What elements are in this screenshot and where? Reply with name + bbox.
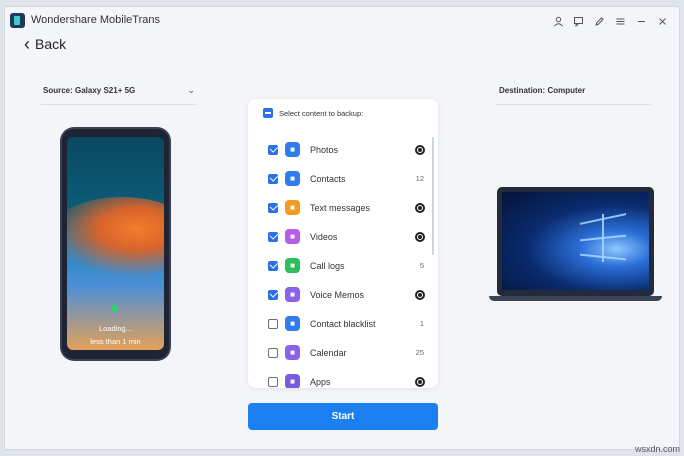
watermark: wsxdn.com xyxy=(634,444,680,454)
loading-spinner-icon xyxy=(415,231,425,242)
item-label: Call logs xyxy=(310,260,345,271)
laptop-screen xyxy=(502,192,649,290)
videos-icon: ■ xyxy=(285,229,300,244)
item-count: 5 xyxy=(419,261,424,270)
item-label: Photos xyxy=(310,144,339,155)
content-item-apps[interactable]: ■ Apps xyxy=(248,367,432,388)
feedback-icon[interactable] xyxy=(569,12,587,30)
item-checkbox[interactable] xyxy=(268,231,278,242)
source-label: Source: Galaxy S21+ 5G xyxy=(43,86,136,95)
content-item-photos[interactable]: ■ Photos xyxy=(248,135,432,164)
select-all-row[interactable]: Select content to backup: xyxy=(248,99,438,127)
item-checkbox[interactable] xyxy=(268,173,278,184)
photos-icon: ■ xyxy=(285,142,300,157)
close-icon[interactable] xyxy=(653,12,671,30)
destination-selector: Destination: Computer xyxy=(495,83,651,105)
chevron-left-icon: ‹ xyxy=(24,34,30,54)
phone-wallpaper xyxy=(67,197,164,277)
phone-screen: Loading... less than 1 min xyxy=(67,137,164,350)
content-item-call-logs[interactable]: ■ Call logs 5 xyxy=(248,251,432,280)
item-label: Contacts xyxy=(310,173,346,184)
loading-spinner-icon xyxy=(415,202,425,213)
contact-blacklist-icon: ■ xyxy=(285,316,300,331)
loading-indicator-icon xyxy=(111,305,118,312)
item-checkbox[interactable] xyxy=(268,347,278,358)
menu-icon[interactable] xyxy=(611,12,629,30)
item-label: Text messages xyxy=(310,202,371,213)
time-remaining-text: less than 1 min xyxy=(90,337,141,346)
content-item-contact-blacklist[interactable]: ■ Contact blacklist 1 xyxy=(248,309,432,338)
item-checkbox[interactable] xyxy=(268,376,278,387)
content-item-videos[interactable]: ■ Videos xyxy=(248,222,432,251)
loading-spinner-icon xyxy=(415,144,425,155)
content-item-calendar[interactable]: ■ Calendar 25 xyxy=(248,338,432,367)
contacts-icon: ■ xyxy=(285,171,300,186)
item-count: 12 xyxy=(415,174,424,183)
item-checkbox[interactable] xyxy=(268,289,278,300)
item-count: 25 xyxy=(415,348,424,357)
item-label: Videos xyxy=(310,231,338,242)
edit-icon[interactable] xyxy=(590,12,608,30)
chevron-down-icon: ⌄ xyxy=(187,85,195,95)
calendar-icon: ■ xyxy=(285,345,300,360)
item-label: Contact blacklist xyxy=(310,318,376,329)
select-all-checkbox[interactable] xyxy=(263,108,273,118)
laptop-lid xyxy=(497,187,654,296)
title-bar: Wondershare MobileTrans xyxy=(5,7,679,35)
content-item-contacts[interactable]: ■ Contacts 12 xyxy=(248,164,432,193)
item-count: 1 xyxy=(419,319,424,328)
item-label: Apps xyxy=(310,376,331,387)
item-label: Voice Memos xyxy=(310,289,365,300)
select-all-label: Select content to backup: xyxy=(279,108,364,118)
content-item-voice-memos[interactable]: ■ Voice Memos xyxy=(248,280,432,309)
loading-text: Loading... xyxy=(99,324,132,333)
user-icon[interactable] xyxy=(549,12,567,30)
loading-spinner-icon xyxy=(415,289,425,300)
start-button[interactable]: Start xyxy=(248,403,438,430)
destination-label: Destination: Computer xyxy=(499,86,586,95)
laptop-base xyxy=(489,296,662,301)
minimize-icon[interactable] xyxy=(632,12,650,30)
app-title: Wondershare MobileTrans xyxy=(31,14,161,26)
item-checkbox[interactable] xyxy=(268,260,278,271)
source-device-dropdown[interactable]: Source: Galaxy S21+ 5G ⌄ xyxy=(41,83,197,105)
app-logo-icon xyxy=(10,13,25,28)
call-logs-icon: ■ xyxy=(285,258,300,273)
item-checkbox[interactable] xyxy=(268,144,278,155)
content-list: ■ Photos ■ Contacts 12 ■ Text messages ■ Videos ■… xyxy=(248,135,432,388)
content-item-text-messages[interactable]: ■ Text messages xyxy=(248,193,432,222)
app-window: Wondershare MobileTrans ‹ Back Source: G… xyxy=(4,6,680,450)
content-selection-panel: Select content to backup: ■ Photos ■ Contac… xyxy=(248,99,438,388)
item-label: Calendar xyxy=(310,347,347,358)
loading-spinner-icon xyxy=(415,376,425,387)
back-label: Back xyxy=(35,36,67,52)
item-checkbox[interactable] xyxy=(268,202,278,213)
messages-icon: ■ xyxy=(285,200,300,215)
apps-icon: ■ xyxy=(285,374,300,388)
voice-memos-icon: ■ xyxy=(285,287,300,302)
back-button[interactable]: ‹ Back xyxy=(24,35,66,53)
list-scrollbar[interactable] xyxy=(432,137,434,255)
destination-computer-image xyxy=(489,187,662,307)
source-phone-image: Loading... less than 1 min xyxy=(62,129,169,359)
item-checkbox[interactable] xyxy=(268,318,278,329)
